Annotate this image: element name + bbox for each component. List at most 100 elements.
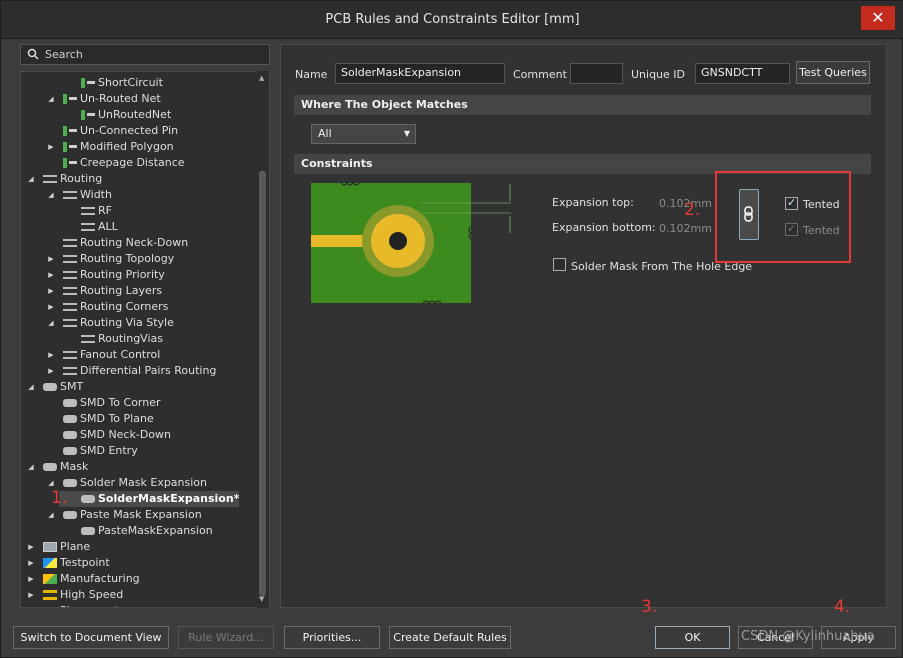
tree-item-label: UnRoutedNet: [98, 108, 172, 121]
tree-item-label: Routing: [60, 172, 103, 185]
tree-item[interactable]: ▶ Routing Priority: [41, 267, 165, 283]
rules-editor-window: PCB Rules and Constraints Editor [mm] ✕ …: [0, 0, 903, 658]
rule-hs-icon: [43, 590, 57, 600]
expansion-bottom-value[interactable]: 0.102mm: [659, 222, 712, 235]
tree-item[interactable]: ▶ Manufacturing: [21, 571, 140, 587]
tree-item[interactable]: ▶ Modified Polygon: [41, 139, 173, 155]
collapsed-arrow-icon[interactable]: ▶: [46, 283, 56, 299]
comment-field[interactable]: [570, 63, 623, 84]
expanded-arrow-icon[interactable]: ◢: [26, 459, 36, 475]
hole-edge-checkbox[interactable]: [553, 258, 566, 271]
tree-item[interactable]: RF: [59, 203, 112, 219]
close-icon[interactable]: ✕: [871, 8, 884, 27]
tree-item[interactable]: SMD Entry: [41, 443, 138, 459]
tree-item[interactable]: PasteMaskExpansion: [59, 523, 213, 539]
tree-item[interactable]: Un-Connected Pin: [41, 123, 178, 139]
rule-route-icon: [63, 271, 77, 279]
collapsed-arrow-icon[interactable]: ▶: [46, 251, 56, 267]
tree-item-label: ALL: [98, 220, 118, 233]
search-input[interactable]: Search: [20, 44, 270, 65]
collapsed-arrow-icon[interactable]: ▶: [26, 603, 36, 607]
collapsed-arrow-icon[interactable]: ▶: [46, 363, 56, 379]
tree-item[interactable]: Creepage Distance: [41, 155, 185, 171]
tree-item[interactable]: ▶ Plane: [21, 539, 90, 555]
title-bar[interactable]: PCB Rules and Constraints Editor [mm] ✕: [1, 1, 903, 39]
tree-item[interactable]: ▶ Differential Pairs Routing: [41, 363, 216, 379]
expansion-top-label: Expansion top:: [552, 196, 634, 209]
tree-scrollbar[interactable]: ▲ ▼: [257, 71, 269, 608]
tree-item[interactable]: ▶ Routing Layers: [41, 283, 162, 299]
expanded-arrow-icon[interactable]: ◢: [46, 507, 56, 523]
switch-to-document-view-button[interactable]: Switch to Document View: [13, 626, 169, 649]
tree-item-label: Solder Mask Expansion: [80, 476, 208, 489]
tree-item[interactable]: ▶ Placement: [21, 603, 118, 607]
tree-item-label: Creepage Distance: [80, 156, 185, 169]
tree-item[interactable]: ◢ Width: [41, 187, 112, 203]
rule-pad-icon: [81, 495, 95, 503]
expanded-arrow-icon[interactable]: ◢: [26, 171, 36, 187]
tree-item[interactable]: ▶ High Speed: [21, 587, 123, 603]
tree-item[interactable]: ShortCircuit: [59, 75, 163, 91]
tree-item[interactable]: ◢ SMT: [21, 379, 83, 395]
rule-wizard-button[interactable]: Rule Wizard...: [178, 626, 274, 649]
test-queries-button[interactable]: Test Queries: [796, 61, 870, 84]
collapsed-arrow-icon[interactable]: ▶: [46, 267, 56, 283]
collapsed-arrow-icon[interactable]: ▶: [26, 571, 36, 587]
expanded-arrow-icon[interactable]: ◢: [46, 187, 56, 203]
scroll-down-icon[interactable]: ▼: [259, 595, 264, 603]
annotation-3: 3.: [641, 597, 658, 617]
collapsed-arrow-icon[interactable]: ▶: [26, 587, 36, 603]
solder-mask-diagram: [311, 182, 511, 304]
watermark: CSDN @Kylinhuahua: [741, 629, 875, 644]
search-placeholder: Search: [45, 48, 83, 61]
annotation-1: 1.: [51, 488, 68, 508]
rule-pad-icon: [43, 463, 57, 471]
rule-tree[interactable]: ShortCircuit ◢ Un-Routed Net UnRoutedNet Un-…: [20, 71, 270, 608]
rule-route-icon: [81, 223, 95, 231]
tree-item[interactable]: ◢ Un-Routed Net: [41, 91, 161, 107]
tree-item-label: RoutingVias: [98, 332, 163, 345]
tree-item[interactable]: ◢ Mask: [21, 459, 88, 475]
tree-item[interactable]: SMD Neck-Down: [41, 427, 171, 443]
tree-item[interactable]: SolderMaskExpansion*: [59, 491, 239, 507]
tree-item[interactable]: ▶ Routing Topology: [41, 251, 174, 267]
create-default-rules-button[interactable]: Create Default Rules: [389, 626, 511, 649]
tree-item-label: Manufacturing: [60, 572, 140, 585]
name-field[interactable]: SolderMaskExpansion: [335, 63, 505, 84]
collapsed-arrow-icon[interactable]: ▶: [46, 299, 56, 315]
tree-item[interactable]: SMD To Corner: [41, 395, 161, 411]
rule-net-icon: [63, 158, 77, 168]
tree-item-label: Placement: [60, 604, 118, 607]
expanded-arrow-icon[interactable]: ◢: [46, 315, 56, 331]
tree-item[interactable]: SMD To Plane: [41, 411, 154, 427]
tree-item[interactable]: ▶ Fanout Control: [41, 347, 160, 363]
scroll-up-icon[interactable]: ▲: [259, 74, 264, 82]
tree-item[interactable]: ◢ Paste Mask Expansion: [41, 507, 201, 523]
tree-item-label: Routing Priority: [80, 268, 165, 281]
tree-item[interactable]: UnRoutedNet: [59, 107, 171, 123]
tree-item[interactable]: ▶ Testpoint: [21, 555, 110, 571]
tree-item[interactable]: RoutingVias: [59, 331, 163, 347]
close-button[interactable]: ✕: [861, 6, 895, 30]
tree-item[interactable]: ◢ Routing: [21, 171, 102, 187]
tree-item-label: Un-Routed Net: [80, 92, 161, 105]
tree-item[interactable]: Routing Neck-Down: [41, 235, 188, 251]
collapsed-arrow-icon[interactable]: ▶: [26, 555, 36, 571]
collapsed-arrow-icon[interactable]: ▶: [46, 347, 56, 363]
priorities-button[interactable]: Priorities...: [284, 626, 380, 649]
expanded-arrow-icon[interactable]: ◢: [26, 379, 36, 395]
expanded-arrow-icon[interactable]: ◢: [46, 91, 56, 107]
where-dropdown[interactable]: All ▼: [311, 124, 416, 144]
tree-item[interactable]: ALL: [59, 219, 118, 235]
unique-id-field[interactable]: GNSNDCTT: [695, 63, 790, 84]
tree-item[interactable]: ◢ Routing Via Style: [41, 315, 174, 331]
ok-button[interactable]: OK: [655, 626, 730, 649]
collapsed-arrow-icon[interactable]: ▶: [26, 539, 36, 555]
tree-item-label: SMD To Plane: [80, 412, 154, 425]
tree-item[interactable]: ▶ Routing Corners: [41, 299, 168, 315]
rule-net-icon: [63, 142, 77, 152]
collapsed-arrow-icon[interactable]: ▶: [46, 139, 56, 155]
tree-item-label: RF: [98, 204, 112, 217]
tree-item-label: Testpoint: [60, 556, 110, 569]
scroll-thumb[interactable]: [259, 171, 266, 596]
